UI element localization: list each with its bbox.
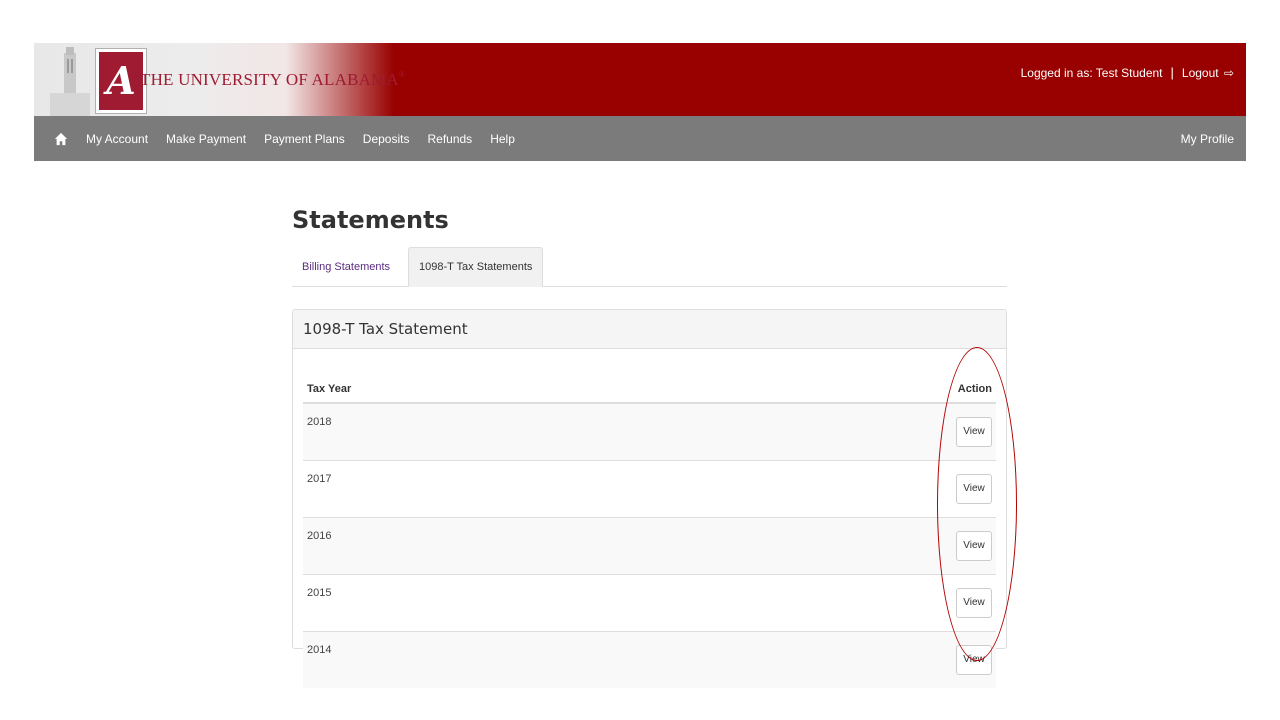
- registered-mark: ®: [398, 70, 406, 79]
- tab-billing-statements[interactable]: Billing Statements: [292, 248, 400, 286]
- nav-payment-plans[interactable]: Payment Plans: [264, 132, 345, 146]
- logo-letter: A: [106, 58, 136, 103]
- user-area: Logged in as: Test Student | Logout ⇨: [1021, 65, 1234, 80]
- logout-link[interactable]: Logout ⇨: [1182, 66, 1234, 80]
- main-nav: My Account Make Payment Payment Plans De…: [34, 116, 1246, 161]
- table-row: 2015 View: [303, 574, 996, 632]
- nav-my-profile[interactable]: My Profile: [1181, 132, 1234, 146]
- main-content: Statements Billing Statements 1098-T Tax…: [292, 204, 1007, 688]
- tax-statement-panel: 1098-T Tax Statement Tax Year Action 201…: [292, 309, 1007, 688]
- table-row: 2016 View: [303, 517, 996, 575]
- view-button[interactable]: View: [956, 417, 992, 447]
- action-cell: View: [679, 517, 996, 575]
- column-header-tax-year: Tax Year: [303, 375, 680, 404]
- app-frame: A THE UNIVERSITY OF ALABAMA® Logged in a…: [34, 43, 1246, 161]
- nav-my-account[interactable]: My Account: [86, 132, 148, 146]
- site-header: A THE UNIVERSITY OF ALABAMA® Logged in a…: [34, 43, 1246, 116]
- tax-statement-table: Tax Year Action 2018 View 2017 View 2016…: [303, 375, 996, 688]
- nav-deposits[interactable]: Deposits: [363, 132, 410, 146]
- panel-heading: 1098-T Tax Statement: [293, 310, 1006, 349]
- table-row: 2018 View: [303, 402, 996, 461]
- nav-refunds[interactable]: Refunds: [427, 132, 472, 146]
- view-button[interactable]: View: [956, 531, 992, 561]
- tax-year-cell: 2017: [303, 460, 680, 518]
- table-row: 2017 View: [303, 460, 996, 518]
- university-logo[interactable]: A: [96, 49, 146, 113]
- tax-year-cell: 2018: [303, 402, 680, 461]
- tax-year-cell: 2016: [303, 517, 680, 575]
- logout-icon: ⇨: [1223, 65, 1234, 80]
- logout-label: Logout: [1181, 65, 1219, 80]
- action-cell: View: [679, 460, 996, 518]
- statement-tabs: Billing Statements 1098-T Tax Statements: [292, 247, 1007, 287]
- view-button[interactable]: View: [956, 645, 992, 675]
- table-header-row: Tax Year Action: [303, 375, 996, 404]
- column-header-action: Action: [679, 375, 996, 404]
- table-row: 2014 View: [303, 631, 996, 688]
- tax-year-cell: 2015: [303, 574, 680, 632]
- page-title: Statements: [292, 206, 449, 234]
- action-cell: View: [679, 574, 996, 632]
- university-name-text: THE UNIVERSITY OF ALABAMA: [140, 70, 399, 89]
- denny-chimes-tower-icon: [50, 47, 90, 116]
- nav-help[interactable]: Help: [490, 132, 515, 146]
- header-separator: |: [1170, 65, 1174, 80]
- university-name[interactable]: THE UNIVERSITY OF ALABAMA®: [140, 70, 405, 90]
- action-cell: View: [679, 631, 996, 688]
- view-button[interactable]: View: [956, 474, 992, 504]
- tax-year-cell: 2014: [303, 631, 680, 688]
- view-button[interactable]: View: [956, 588, 992, 618]
- tab-1098t-tax-statements[interactable]: 1098-T Tax Statements: [408, 247, 544, 287]
- logged-in-text: Logged in as: Test Student: [1020, 65, 1163, 80]
- action-cell: View: [679, 402, 996, 461]
- nav-make-payment[interactable]: Make Payment: [166, 132, 246, 146]
- home-icon[interactable]: [54, 132, 68, 146]
